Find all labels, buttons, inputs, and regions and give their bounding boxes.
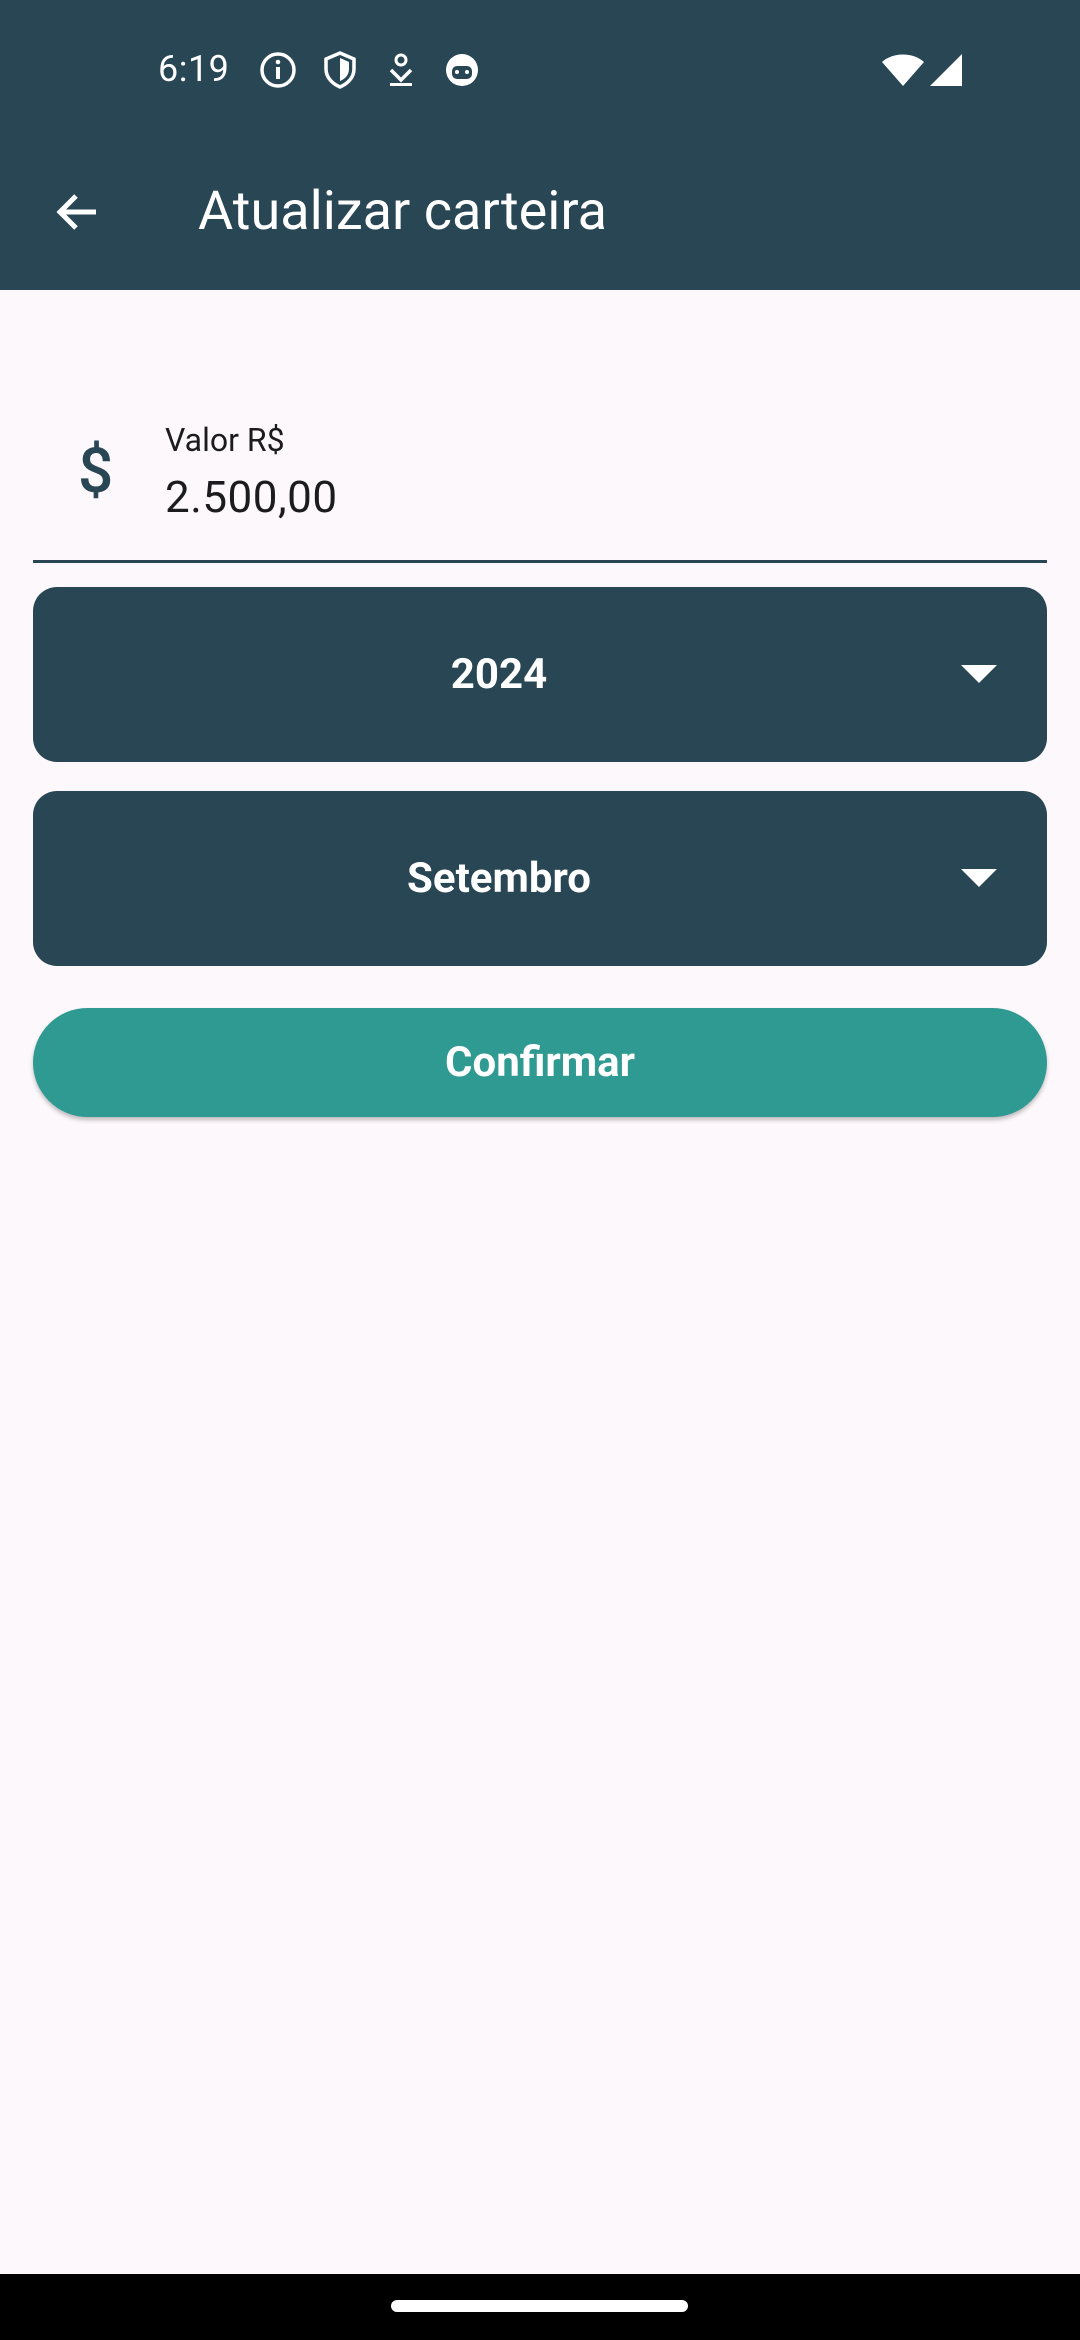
back-button[interactable] — [40, 175, 114, 249]
status-bar: 6:19 — [0, 0, 1080, 140]
arrow-back-icon — [56, 194, 96, 230]
value-input[interactable]: 2.500,00 — [165, 471, 338, 523]
signal-icon — [930, 54, 962, 86]
status-time: 6:19 — [158, 48, 230, 90]
wifi-icon — [882, 54, 924, 86]
dollar-icon: $ — [78, 435, 114, 508]
chevron-down-icon — [961, 665, 997, 683]
info-icon — [260, 52, 296, 88]
page-title: Atualizar carteira — [198, 180, 608, 243]
confirm-button[interactable]: Confirmar — [33, 1008, 1047, 1117]
app-header: 6:19 Atualizar carteira — [0, 0, 1080, 290]
month-dropdown-value: Setembro — [407, 854, 591, 903]
month-dropdown[interactable]: Setembro — [33, 791, 1047, 966]
chevron-down-icon — [961, 869, 997, 887]
download-icon — [389, 53, 413, 86]
value-field-label: Valor R$ — [165, 421, 285, 459]
year-dropdown[interactable]: 2024 — [33, 587, 1047, 762]
home-gesture-handle[interactable] — [391, 2300, 688, 2312]
shield-icon — [324, 51, 356, 89]
app-face-icon — [446, 54, 478, 86]
value-field[interactable]: $ Valor R$ 2.500,00 — [33, 405, 1047, 563]
year-dropdown-value: 2024 — [450, 650, 548, 699]
